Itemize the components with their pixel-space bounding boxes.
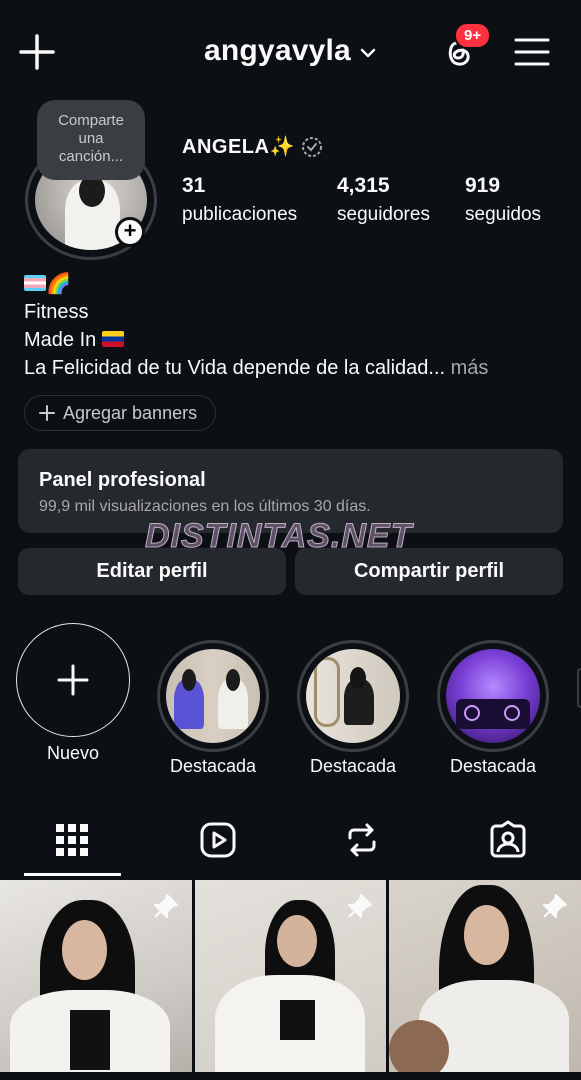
edit-profile-button[interactable]: Editar perfil	[18, 548, 286, 595]
highlight-thumbnail	[446, 649, 540, 743]
stat-label: seguidos	[465, 204, 542, 225]
panel-title: Panel profesional	[39, 469, 206, 491]
highlight-thumbnail	[166, 649, 260, 743]
venezuela-flag-icon	[101, 331, 124, 347]
highlight-overflow-edge	[577, 668, 581, 708]
song-prompt-line: Comparte	[58, 112, 124, 129]
highlight-item[interactable]: Destacada	[157, 640, 269, 777]
post-thumbnail[interactable]	[0, 880, 192, 1072]
transgender-flag-icon	[24, 275, 46, 291]
grid-icon[interactable]	[52, 820, 92, 860]
bottom-edge	[0, 1072, 581, 1080]
profile-tabs	[0, 808, 581, 878]
stat-label: publicaciones	[182, 204, 298, 225]
bio-line-made-in: Made In	[24, 326, 564, 354]
reposts-icon[interactable]	[342, 820, 382, 860]
tagged-icon[interactable]	[488, 820, 528, 860]
stat-value: 4,315	[337, 174, 390, 197]
bio-line-quote: La Felicidad de tu Vida depende de la ca…	[24, 354, 564, 382]
highlight-item[interactable]: Destacada	[437, 640, 549, 777]
highlight-new[interactable]: Nuevo	[16, 623, 130, 764]
display-name-row: ANGELA✨	[182, 134, 323, 159]
bio-line: La Felicidad de tu Vida depende de la ca…	[24, 357, 446, 379]
highlight-ring	[297, 640, 409, 752]
stat-followers[interactable]: 4,315 seguidores	[337, 174, 430, 226]
display-name: ANGELA✨	[182, 136, 295, 158]
share-profile-button[interactable]: Compartir perfil	[295, 548, 563, 595]
post-thumbnail[interactable]	[195, 880, 386, 1072]
bio-more-link[interactable]: más	[451, 357, 489, 379]
create-plus-icon[interactable]	[18, 33, 56, 71]
stat-posts[interactable]: 31 publicaciones	[182, 174, 297, 226]
highlight-label: Destacada	[449, 756, 537, 776]
hamburger-menu-icon[interactable]	[513, 36, 551, 68]
highlight-item[interactable]: Destacada	[297, 640, 409, 777]
bio-line: Fitness	[24, 301, 89, 323]
song-prompt-line: una	[78, 130, 104, 147]
pin-icon	[543, 894, 567, 918]
plus-icon	[39, 405, 55, 421]
highlight-ring	[157, 640, 269, 752]
stat-following[interactable]: 919 seguidos	[465, 174, 541, 226]
rainbow-emoji: 🌈	[46, 273, 71, 295]
bio: 🌈 Fitness Made In La Felicidad de tu Vid…	[24, 270, 564, 382]
panel-subtitle: 99,9 mil visualizaciones en los últimos …	[39, 498, 371, 515]
add-banners-label: Agregar banners	[63, 402, 198, 423]
reels-icon[interactable]	[198, 820, 238, 860]
active-tab-indicator	[24, 873, 121, 876]
stat-value: 31	[182, 174, 206, 197]
song-prompt-line: canción...	[58, 148, 124, 165]
highlight-label: Destacada	[169, 756, 257, 776]
highlight-label: Destacada	[309, 756, 397, 776]
account-switcher[interactable]: angyavyla	[204, 34, 377, 68]
bio-line: Made In	[24, 329, 97, 351]
username: angyavyla	[204, 34, 351, 67]
stat-label: seguidores	[337, 204, 430, 225]
highlight-thumbnail	[306, 649, 400, 743]
pin-icon	[154, 894, 178, 918]
bio-line-flags: 🌈	[24, 270, 564, 298]
add-banners-button[interactable]: Agregar banners	[24, 395, 217, 431]
top-bar: angyavyla 9+	[0, 0, 581, 100]
pin-icon	[348, 894, 372, 918]
highlight-ring	[437, 640, 549, 752]
stat-value: 919	[465, 174, 501, 197]
chevron-down-icon	[360, 48, 376, 58]
add-story-icon[interactable]: +	[115, 217, 145, 247]
plus-icon	[57, 664, 89, 696]
post-thumbnail[interactable]	[389, 880, 581, 1072]
share-song-bubble[interactable]: Comparte una canción...	[37, 100, 145, 180]
notification-badge: 9+	[454, 22, 492, 49]
highlight-label: Nuevo	[46, 743, 100, 763]
verified-badge-icon	[301, 136, 322, 157]
new-highlight-circle	[16, 623, 130, 737]
